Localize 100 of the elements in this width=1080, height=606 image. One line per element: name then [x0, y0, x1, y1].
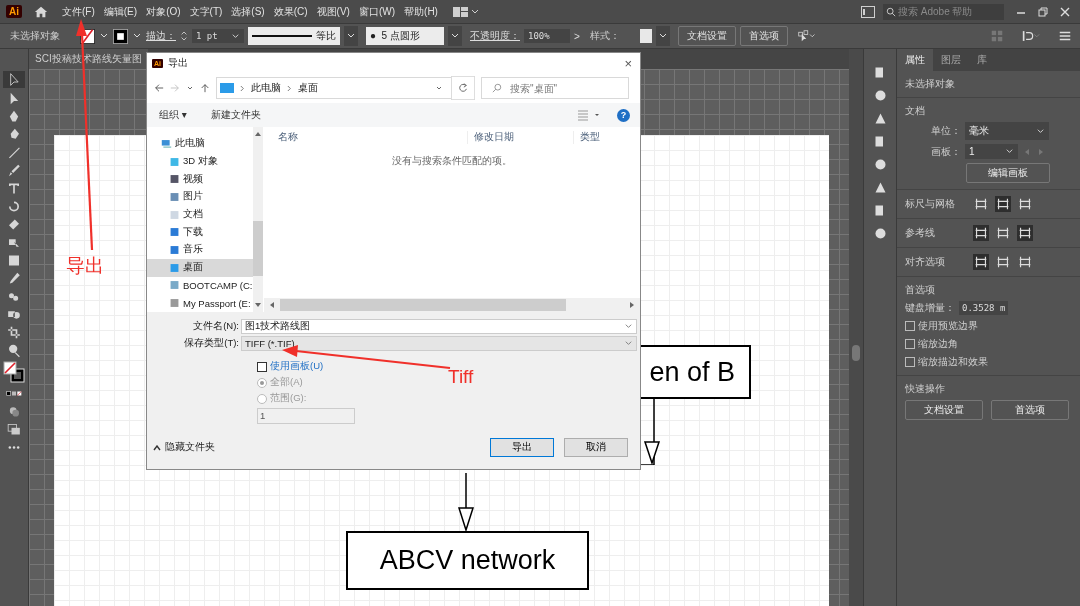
tree-item[interactable]: 下载 [147, 223, 253, 242]
fill-stroke-icon[interactable] [3, 361, 25, 383]
caret-icon[interactable] [435, 84, 443, 92]
help-button[interactable]: ? [617, 108, 630, 122]
tree-label: 视频 [183, 172, 203, 186]
artboard-dropdown[interactable]: 1 [965, 144, 1018, 159]
help-search-box[interactable]: 搜索 Adobe 帮助 [883, 3, 1004, 20]
line-icon[interactable] [6, 145, 22, 160]
dialog-button[interactable]: 导出 [490, 438, 554, 457]
tree-item[interactable]: 3D 对象 [147, 152, 253, 171]
tree-item[interactable]: 视频 [147, 170, 253, 189]
tree-item[interactable]: BOOTCAMP (C: [147, 276, 253, 295]
home-icon[interactable] [34, 4, 48, 19]
menu-item[interactable]: 编辑(E) [103, 4, 138, 19]
search-box[interactable]: 搜索"桌面" [481, 77, 629, 99]
section-heading: 首选项 [905, 283, 936, 297]
menu-item[interactable]: 文字(T) [189, 4, 223, 19]
stroke-swatch[interactable] [113, 28, 128, 44]
caret-icon[interactable] [448, 26, 462, 46]
file-type-dropdown[interactable]: TIFF (*.TIF) [241, 336, 637, 351]
checkbox[interactable] [257, 361, 267, 372]
tree-item[interactable]: 文档 [147, 205, 253, 224]
caret-icon[interactable] [186, 84, 194, 92]
checkbox[interactable] [905, 339, 915, 349]
dialog-button[interactable]: 取消 [564, 438, 628, 457]
workspace-layout-icon[interactable] [452, 5, 479, 18]
help-search-field[interactable]: 搜索 Adobe 帮助 [896, 6, 1004, 17]
section-heading: 标尺与网格 [905, 197, 956, 211]
units-dropdown[interactable]: 毫米 [965, 122, 1049, 140]
tree-item[interactable]: 图片 [147, 188, 253, 206]
field-label: 文件名(N): [192, 320, 240, 333]
address-bar[interactable]: 此电脑 桌面 [216, 77, 452, 99]
opacity-arrow[interactable]: > [574, 30, 580, 42]
restore-icon[interactable] [1036, 4, 1050, 19]
column-header[interactable]: 修改日期 [467, 130, 573, 144]
scroll-right-icon[interactable] [629, 301, 635, 309]
file-name-field[interactable]: 图1技术路线图 [241, 319, 637, 334]
control-bar-button[interactable]: 文档设置 [677, 26, 736, 46]
opacity-label[interactable]: 不透明度： [470, 29, 520, 43]
scroll-down-icon[interactable] [253, 302, 262, 308]
breadcrumb-item[interactable]: 此电脑 [251, 81, 281, 95]
tree-item[interactable]: 此电脑 [147, 135, 253, 153]
crop-icon[interactable] [6, 325, 22, 340]
menu-item[interactable]: 对象(O) [146, 4, 181, 19]
spinner-icon[interactable] [180, 29, 188, 43]
organize-menu[interactable]: 组织 ▾ [159, 108, 187, 122]
scrollbar-thumb[interactable] [252, 221, 263, 276]
checkbox[interactable] [905, 321, 915, 331]
screen-mode-icon[interactable] [6, 422, 22, 437]
type-icon[interactable] [6, 181, 22, 196]
tree-label: My Passport (E: [183, 297, 251, 309]
scroll-left-icon[interactable] [269, 301, 275, 309]
stroke-profile-dropdown[interactable]: 等比 [248, 27, 340, 45]
menu-item[interactable]: 选择(S) [231, 4, 265, 19]
search-field[interactable]: 搜索"桌面" [508, 81, 624, 95]
new-folder-button[interactable]: 新建文件夹 [210, 108, 261, 122]
quick-action-button[interactable]: 首选项 [991, 400, 1069, 420]
rotate-icon[interactable] [6, 199, 22, 214]
column-header[interactable]: 类型 [573, 130, 600, 144]
menu-item[interactable]: 视图(V) [316, 4, 350, 19]
menu-item[interactable]: 帮助(H) [404, 4, 438, 19]
tree-item[interactable]: 音乐 [147, 241, 253, 259]
menu-item[interactable]: 窗口(W) [358, 4, 396, 19]
annotation-text: Tiff [448, 366, 474, 388]
scroll-up-icon[interactable] [253, 131, 262, 137]
control-bar-button[interactable]: 首选项 [739, 26, 788, 46]
keyboard-increment-field[interactable]: 0.3528 m [959, 301, 1009, 315]
breadcrumb-item[interactable]: 桌面 [298, 81, 318, 95]
back-arrow-icon[interactable] [154, 83, 164, 93]
scrollbar-thumb[interactable] [280, 299, 566, 311]
close-button[interactable]: × [624, 55, 632, 71]
field-label: 保存类型(T): [183, 337, 240, 350]
checkbox[interactable] [905, 357, 915, 367]
scrollbar-thumb[interactable] [852, 345, 860, 361]
radio-label: 范围(G): [270, 392, 307, 405]
menu-item[interactable]: 文件(F) [62, 4, 95, 19]
column-header[interactable]: 名称 [264, 130, 467, 144]
zoom-icon[interactable] [6, 343, 22, 358]
menu-item[interactable]: 效果(C) [273, 4, 308, 19]
tree-item[interactable]: My Passport (E: [147, 294, 253, 312]
style-swatch[interactable] [639, 29, 652, 43]
tree-label: 图片 [183, 190, 203, 204]
stroke-weight-field[interactable]: 1 pt [192, 29, 244, 43]
opacity-field[interactable]: 100% [524, 29, 570, 43]
caret-icon[interactable] [344, 26, 358, 46]
hide-folders-toggle[interactable]: 隐藏文件夹 [153, 441, 215, 454]
edit-artboards-button[interactable]: 编辑画板 [966, 163, 1050, 183]
select-similar-icon[interactable] [797, 29, 816, 43]
panel-tab[interactable]: 属性 [897, 49, 933, 71]
brush-icon[interactable] [6, 163, 22, 178]
panel-toggle-icon[interactable] [861, 5, 875, 18]
tree-item[interactable]: 桌面 [147, 258, 253, 277]
app-logo: Ai [6, 5, 22, 18]
panel-tab[interactable]: 库 [969, 49, 995, 71]
up-arrow-icon[interactable] [200, 83, 210, 93]
stroke-label[interactable]: 描边： [146, 29, 176, 43]
quick-action-button[interactable]: 文档设置 [905, 400, 983, 420]
panel-tab[interactable]: 图层 [933, 49, 969, 71]
search-icon [492, 83, 502, 93]
brush-dropdown[interactable]: ● 5 点圆形 [366, 27, 444, 45]
